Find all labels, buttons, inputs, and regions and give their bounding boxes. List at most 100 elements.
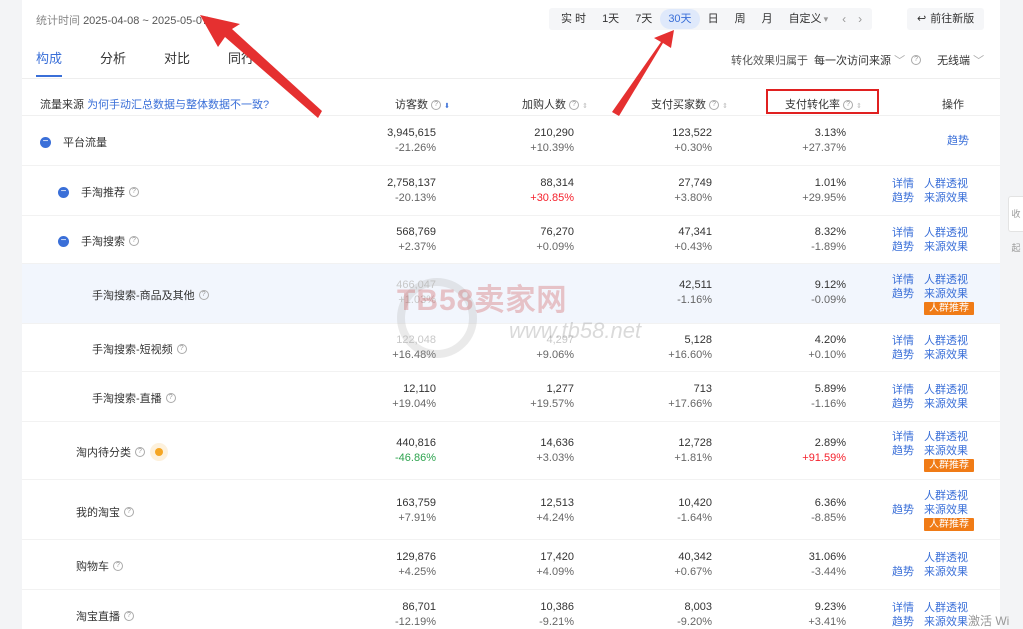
change: +3.41% [808,616,846,628]
period-7day[interactable]: 7天 [627,9,660,29]
row-label: 平台流量 [63,137,107,149]
trend-link[interactable]: 趋势 [892,287,914,301]
cell-visitors: 440,816 -46.86% [362,436,436,466]
source-effect-link[interactable]: 来源效果 [924,615,968,629]
period-week[interactable]: 周 [727,9,754,29]
chevron-down-icon: ﹀ [973,55,985,67]
period-custom[interactable]: 自定义 ▾ [781,9,837,29]
tab-compare[interactable]: 对比 [164,48,190,77]
sort-desc-icon: ⬇ [444,103,450,110]
change: +10.39% [530,142,574,154]
header-buyers[interactable]: 支付买家数 ? ⇕ [651,96,728,112]
header-source-label: 流量来源 [40,99,84,111]
trend-link[interactable]: 趋势 [892,191,914,205]
source-effect-link[interactable]: 来源效果 [924,397,968,411]
crowd-link[interactable]: 人群透视 [924,334,968,348]
help-icon[interactable]: ? [176,344,187,354]
collapse-icon[interactable]: − [58,186,69,198]
tab-composition[interactable]: 构成 [36,48,63,77]
crowd-link[interactable]: 人群透视 [924,489,968,503]
detail-link[interactable]: 详情 [892,334,914,348]
attribution-select[interactable]: 每一次访问来源 ﹀ [814,52,905,68]
cell-visitors: 129,876 +4.25% [362,550,436,580]
header-cart[interactable]: 加购人数 ? ⇕ [522,96,588,112]
crowd-link[interactable]: 人群透视 [924,383,968,397]
crowd-recommend-badge[interactable]: 人群推荐 [924,518,974,531]
header-source: 流量来源 为何手动汇总数据与整体数据不一致? [40,96,269,112]
help-icon[interactable]: ? [129,187,139,197]
detail-link[interactable]: 详情 [892,177,914,191]
row-name: 淘内待分类? [76,444,163,460]
data-mismatch-link[interactable]: 为何手动汇总数据与整体数据不一致? [87,99,269,111]
collapse-icon[interactable]: − [40,136,51,148]
side-collapse-tab[interactable]: 收起 [1008,196,1023,253]
help-icon[interactable]: ? [113,561,123,571]
source-effect-link[interactable]: 来源效果 [924,348,968,362]
detail-link[interactable]: 详情 [892,383,914,397]
tab-peers[interactable]: 同行 [228,48,254,77]
crowd-link[interactable]: 人群透视 [924,551,968,565]
trend-link[interactable]: 趋势 [892,397,914,411]
value: 163,759 [396,497,436,509]
trend-link[interactable]: 趋势 [892,565,914,579]
cell-cart: 210,290 +10.39% [500,126,574,156]
source-effect-link[interactable]: 来源效果 [924,444,968,458]
crowd-link[interactable]: 人群透视 [924,273,968,287]
change: +4.09% [536,566,574,578]
help-icon[interactable]: ? [129,236,139,246]
change: -46.86% [395,452,436,464]
collapse-icon[interactable]: − [58,235,69,247]
cell-conversion: 3.13% +27.37% [772,126,846,156]
crowd-recommend-badge[interactable]: 人群推荐 [924,459,974,472]
detail-link[interactable]: 详情 [892,601,914,615]
source-effect-link[interactable]: 来源效果 [924,287,968,301]
goto-new-button[interactable]: ↩ 前往新版 [907,8,985,30]
crowd-link[interactable]: 人群透视 [924,177,968,191]
help-icon[interactable]: ? [135,447,145,457]
tab-analysis[interactable]: 分析 [100,48,126,77]
trend-link[interactable]: 趋势 [892,444,914,458]
help-icon[interactable]: ? [124,611,134,621]
help-icon[interactable]: ? [911,55,922,65]
help-icon[interactable]: ? [165,393,176,403]
period-day[interactable]: 日 [700,9,727,29]
row-label: 手淘搜索-直播 [92,393,162,405]
detail-link[interactable]: 详情 [892,430,914,444]
help-icon[interactable]: ? [198,290,209,300]
period-30day[interactable]: 30天 [660,9,700,29]
source-effect-link[interactable]: 来源效果 [924,503,968,517]
source-effect-link[interactable]: 来源效果 [924,240,968,254]
period-realtime[interactable]: 实 时 [553,9,594,29]
trend-link[interactable]: 趋势 [892,503,914,517]
change: -1.16% [677,294,712,306]
source-effect-link[interactable]: 来源效果 [924,565,968,579]
crowd-link[interactable]: 人群透视 [924,430,968,444]
trend-link[interactable]: 趋势 [892,240,914,254]
source-effect-link[interactable]: 来源效果 [924,191,968,205]
cell-visitors: 568,769 +2.37% [362,225,436,255]
header-cart-label: 加购人数 [522,99,566,111]
prev-arrow-icon[interactable]: ‹ [836,12,852,26]
cell-cart: 88,314 +30.85% [500,176,574,206]
detail-link[interactable]: 详情 [892,273,914,287]
device-select[interactable]: 无线端 ﹀ [937,52,984,68]
header-buyers-label: 支付买家数 [651,99,706,111]
detail-link[interactable]: 详情 [892,226,914,240]
value: 9.12% [814,279,846,291]
period-month[interactable]: 月 [754,9,781,29]
help-icon[interactable]: ? [124,507,134,517]
next-arrow-icon[interactable]: › [852,12,868,26]
value: 88,314 [540,177,574,189]
header-visitors[interactable]: 访客数 ? ⬇ [395,96,450,112]
change: -20.13% [395,192,436,204]
trend-link[interactable]: 趋势 [947,135,969,147]
value: 568,769 [396,226,436,238]
change: +30.85% [530,192,574,204]
crowd-recommend-badge[interactable]: 人群推荐 [924,302,974,315]
trend-link[interactable]: 趋势 [892,348,914,362]
trend-link[interactable]: 趋势 [892,615,914,629]
crowd-link[interactable]: 人群透视 [924,226,968,240]
crowd-link[interactable]: 人群透视 [924,601,968,615]
period-1day[interactable]: 1天 [594,9,627,29]
cell-cart: 14,636 +3.03% [500,436,574,466]
